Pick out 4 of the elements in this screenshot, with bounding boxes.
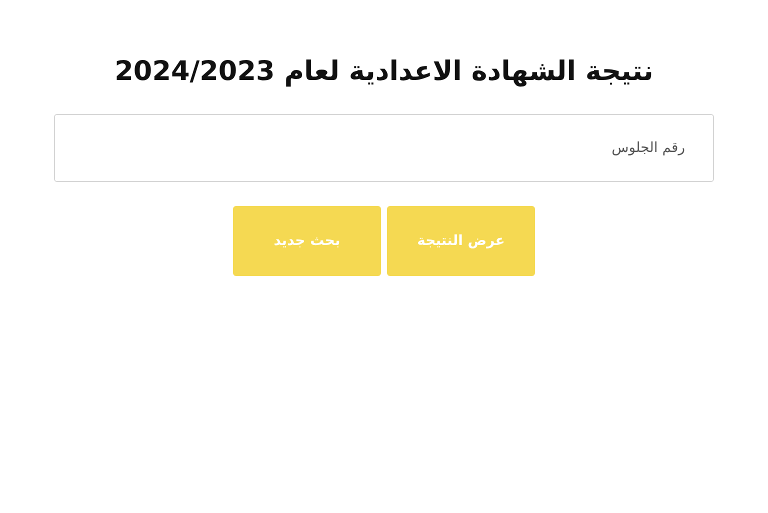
action-button[interactable]: عرض النتيجة	[387, 206, 535, 276]
seat-number-field[interactable]: رقم الجلوس	[54, 114, 714, 182]
page-title: نتيجة الشهادة الاعدادية لعام 2024/2023	[114, 55, 654, 89]
action-button[interactable]: بحث جديد	[233, 206, 381, 276]
